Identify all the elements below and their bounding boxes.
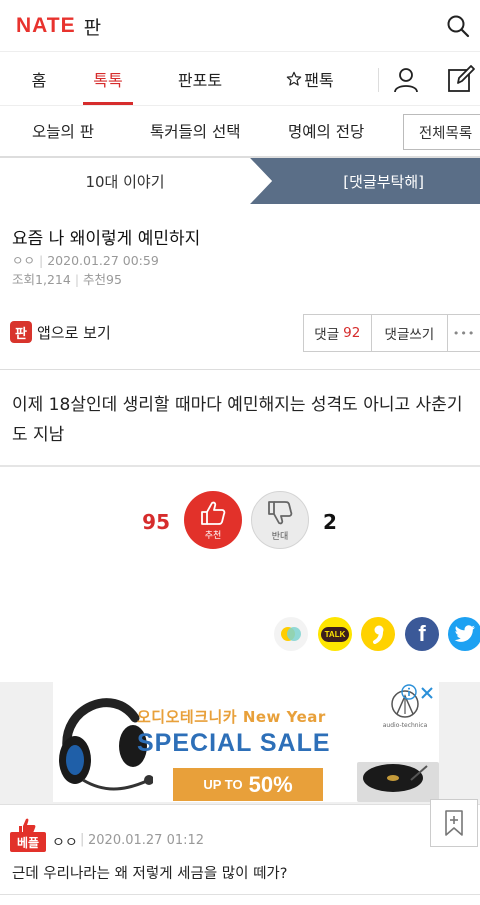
comment-button-group: 댓글 92 댓글쓰기 •••: [303, 314, 480, 352]
upvote-count: 95: [142, 510, 170, 534]
post-title: 요즘 나 왜이렇게 예민하지: [12, 229, 201, 249]
pan-app-icon[interactable]: 판: [10, 321, 32, 343]
thumbs-up-icon: [201, 501, 226, 525]
subnav-today-pan[interactable]: 오늘의 판: [32, 106, 94, 156]
nav-item-fantalk[interactable]: 팬톡: [280, 52, 340, 106]
subnav-talker-choice[interactable]: 톡커들의 선택: [150, 106, 241, 156]
audio-technica-ad[interactable]: 오디오테크니카 New Year SPECIAL SALE UP TO 50% …: [53, 682, 439, 802]
logo-brand: NATE: [16, 14, 76, 37]
nav-item-panphoto[interactable]: 판포토: [170, 52, 230, 106]
comment-meta-separator: |: [80, 832, 85, 847]
nav-active-underline: [83, 102, 133, 105]
recommend-label: 추천: [83, 272, 107, 287]
thumbs-down-icon: [268, 501, 293, 525]
downvote-count: 2: [323, 510, 337, 534]
nav-item-toktok[interactable]: 톡톡: [83, 52, 133, 106]
views-count: 1,214: [35, 272, 71, 287]
more-options-button[interactable]: •••: [448, 315, 480, 351]
write-comment-button[interactable]: 댓글쓰기: [372, 315, 449, 351]
kakaostory-glyph: [281, 627, 301, 641]
nav-divider: [378, 68, 379, 92]
ad-info-icon[interactable]: [401, 684, 417, 700]
twitter-icon[interactable]: [448, 617, 480, 651]
bookmark-button[interactable]: [430, 799, 478, 847]
ad-brand-name: audio-technica: [382, 722, 428, 729]
kakaotalk-label: TALK: [320, 626, 350, 642]
ad-headline: 오디오테크니카 New Year: [137, 708, 326, 726]
all-list-button[interactable]: 전체목록: [403, 114, 480, 150]
comment-section-divider: [0, 804, 480, 805]
comment-date: 2020.01.27 01:12: [88, 833, 205, 848]
nav-item-home[interactable]: 홈: [18, 52, 60, 106]
best-comment-badge: 베플: [10, 818, 46, 852]
comments-label: 댓글: [314, 327, 340, 343]
downvote-button[interactable]: 반대: [251, 491, 309, 549]
post-meta-author-date: ㅇㅇ | 2020.01.27 00:59: [12, 253, 159, 268]
facebook-icon[interactable]: f: [405, 617, 439, 651]
kakaostory-icon[interactable]: [274, 617, 308, 651]
ad-sale-text: SPECIAL SALE: [137, 729, 331, 757]
downvote-label: 반대: [271, 532, 289, 542]
post-meta-stats: 조회1,214 | 추천95: [12, 272, 122, 287]
upvote-label: 추천: [204, 531, 222, 541]
main-nav: 홈 톡톡 판포토 팬톡: [0, 52, 480, 106]
post-author[interactable]: ㅇㅇ: [12, 253, 35, 268]
app-comment-row: 판 앱으로 보기 댓글 92 댓글쓰기 •••: [0, 314, 480, 352]
ad-badge-big: 50%: [248, 771, 293, 797]
top-header: NATE 판: [0, 0, 480, 52]
sub-nav: 오늘의 판 톡커들의 선택 명예의 전당 전체목록: [0, 106, 480, 158]
bottom-divider: [0, 894, 480, 895]
views-label: 조회: [12, 272, 36, 287]
band-icon[interactable]: [361, 617, 395, 651]
comments-button[interactable]: 댓글 92: [304, 315, 372, 351]
band-glyph: [373, 625, 384, 644]
best-badge-label: 베플: [10, 832, 46, 852]
twitter-bird-glyph: [454, 625, 475, 642]
logo-section: 판: [83, 16, 102, 39]
next-story-link[interactable]: [댓글부탁해]: [0, 158, 480, 204]
open-in-app-link[interactable]: 앱으로 보기: [37, 322, 111, 343]
kakaotalk-icon[interactable]: TALK: [318, 617, 352, 651]
subnav-hall-of-fame[interactable]: 명예의 전당: [288, 106, 364, 156]
ad-close-icon[interactable]: [418, 684, 436, 702]
turntable-image: [357, 762, 439, 802]
story-navigation: 10대 이야기 [댓글부탁해]: [0, 158, 480, 204]
comments-count: 92: [343, 325, 361, 341]
comment-text: 근데 우리나라는 왜 저렇게 세금을 많이 떼가?: [12, 866, 288, 882]
upvote-button[interactable]: 추천: [184, 491, 242, 549]
post-date: 2020.01.27 00:59: [47, 253, 159, 268]
post-body: 이제 18살인데 생리할 때마다 예민해지는 성격도 아니고 사춘기도 지남: [12, 395, 463, 445]
bookmark-plus-icon: [445, 810, 463, 836]
content-divider-top: [0, 369, 480, 370]
ad-discount-badge: UP TO 50%: [173, 768, 323, 801]
user-icon[interactable]: [392, 66, 420, 94]
write-icon[interactable]: [446, 64, 476, 94]
comment-author[interactable]: ㅇㅇ: [52, 832, 78, 852]
recommend-count: 95: [106, 272, 122, 287]
content-divider-bottom: [0, 465, 480, 467]
ad-badge-small: UP TO: [203, 777, 243, 792]
star-icon: [286, 71, 302, 86]
nate-pan-logo[interactable]: NATE 판: [16, 12, 101, 40]
nav-item-fantalk-label: 팬톡: [304, 71, 334, 90]
search-icon[interactable]: [446, 14, 470, 38]
